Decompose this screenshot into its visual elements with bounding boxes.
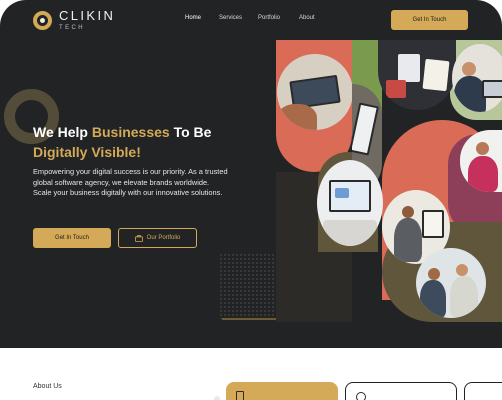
hero-portfolio-button[interactable]: Our Portfolio: [118, 228, 197, 248]
headline-text-1: We Help: [33, 124, 92, 140]
photo-laptop: [277, 54, 353, 130]
headline-text-2: To Be: [169, 124, 212, 140]
photo-desk-papers: [378, 40, 456, 110]
nav-services[interactable]: Services: [219, 15, 242, 21]
photo-man-laptop: [452, 44, 502, 112]
briefcase-icon: [134, 234, 143, 242]
service-card-3[interactable]: [464, 382, 502, 400]
hero-description: Empowering your digital success is our p…: [33, 167, 228, 197]
service-card-1[interactable]: [226, 382, 338, 400]
headline-highlight-1: Businesses: [91, 124, 170, 140]
hero-section: CLIKIN TECH Home Services Portfolio Abou…: [0, 0, 502, 348]
nav-portfolio[interactable]: Portfolio: [258, 15, 280, 21]
headline-highlight-2: Digitally Visible!: [33, 144, 141, 160]
about-us-label: About Us: [33, 383, 62, 390]
nav-home[interactable]: Home: [185, 15, 201, 21]
service-card-2[interactable]: [345, 382, 457, 400]
hero-headline: We Help Businesses To Be Digitally Visib…: [33, 122, 263, 162]
fingerprint-icon: [356, 392, 366, 400]
photo-two-people-desk: [416, 248, 486, 318]
photo-woman-tablet: [460, 130, 502, 192]
portfolio-button-label: Our Portfolio: [146, 235, 181, 241]
photo-monitor-dashboard: [317, 160, 383, 246]
brand-subtitle: TECH: [59, 25, 85, 31]
decorative-dot: [214, 396, 220, 400]
nav-about[interactable]: About: [299, 15, 315, 21]
hero-get-in-touch-button[interactable]: Get In Touch: [33, 228, 111, 248]
nav-get-in-touch-button[interactable]: Get In Touch: [391, 10, 468, 30]
hero-image-mosaic: [276, 40, 502, 322]
document-icon: [236, 391, 244, 400]
